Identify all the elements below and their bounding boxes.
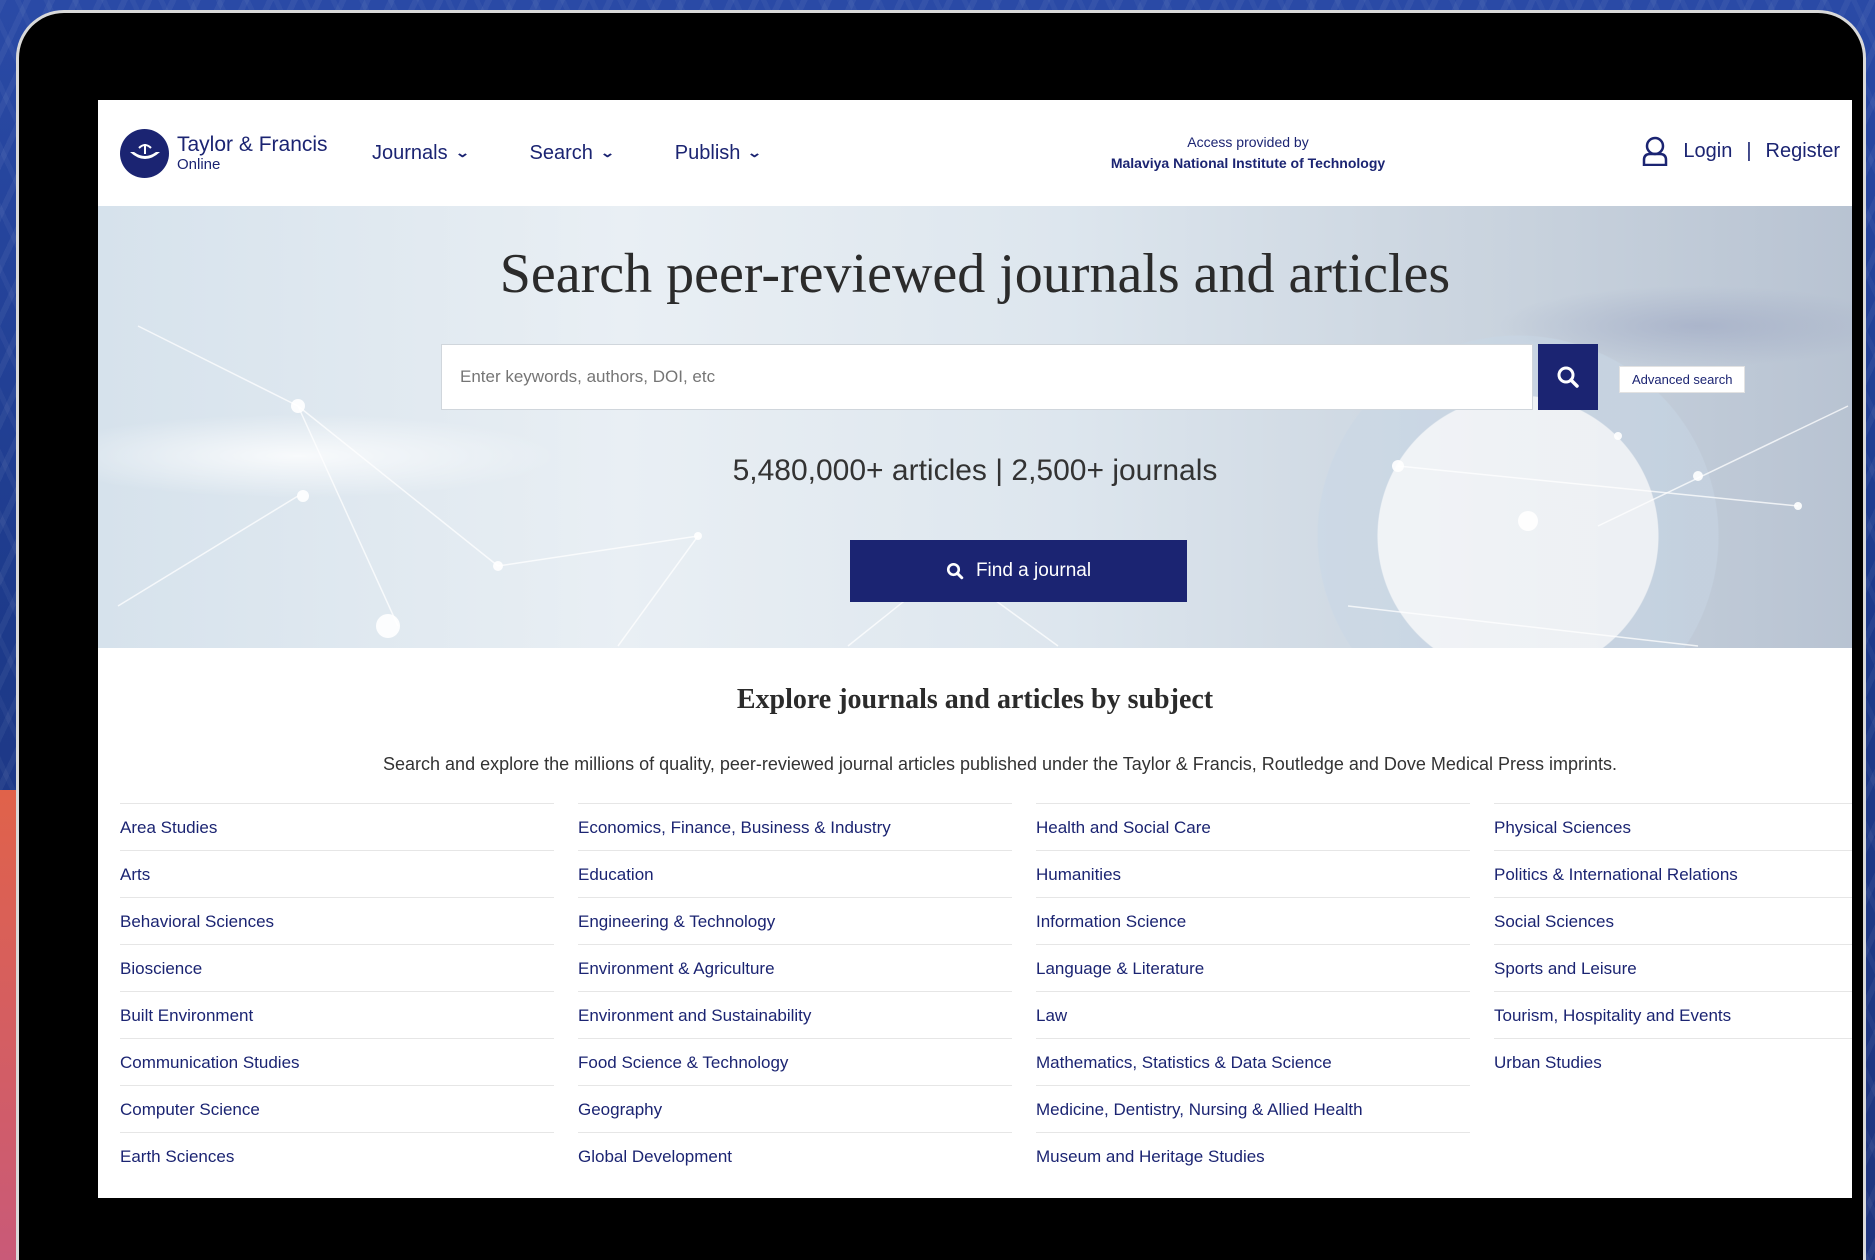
subject-link[interactable]: Environment & Agriculture [578, 944, 1012, 991]
subject-link[interactable]: Geography [578, 1085, 1012, 1132]
access-label: Access provided by [1187, 134, 1309, 150]
nav-search[interactable]: Search ⌄ [529, 141, 615, 165]
subject-column: Physical Sciences Politics & Internation… [1494, 803, 1852, 1179]
nav-search-label: Search [529, 141, 593, 164]
search-input[interactable] [441, 344, 1533, 410]
access-institution: Malaviya National Institute of Technolog… [1110, 155, 1386, 171]
chevron-down-icon: ⌄ [454, 145, 470, 160]
explore-description: Search and explore the millions of quali… [383, 754, 1617, 774]
explore-title: Explore journals and articles by subject [736, 684, 1214, 715]
subject-link[interactable]: Education [578, 850, 1012, 897]
search-icon [1557, 366, 1579, 388]
device-frame: Taylor & Francis Online Journals ⌄ Searc… [16, 10, 1866, 1260]
nav-journals[interactable]: Journals ⌄ [372, 141, 470, 165]
subject-link[interactable]: Economics, Finance, Business & Industry [578, 803, 1012, 850]
subject-column: Health and Social Care Humanities Inform… [1036, 803, 1470, 1179]
subject-link[interactable]: Computer Science [120, 1085, 554, 1132]
subject-link[interactable]: Global Development [578, 1132, 1012, 1179]
logo-subtitle: Online [177, 156, 221, 173]
search-button[interactable] [1538, 344, 1598, 410]
subject-link[interactable]: Engineering & Technology [578, 897, 1012, 944]
access-info: Access provided by Malaviya National Ins… [1048, 134, 1448, 171]
user-icon[interactable] [1641, 136, 1669, 166]
subject-link[interactable]: Tourism, Hospitality and Events [1494, 991, 1852, 1038]
subject-column: Economics, Finance, Business & Industry … [578, 803, 1012, 1179]
subject-link[interactable]: Medicine, Dentistry, Nursing & Allied He… [1036, 1085, 1470, 1132]
subject-link[interactable]: Museum and Heritage Studies [1036, 1132, 1470, 1179]
subject-link[interactable]: Built Environment [120, 991, 554, 1038]
find-journal-label: Find a journal [975, 560, 1092, 581]
chevron-down-icon: ⌄ [747, 145, 763, 160]
logo-title: Taylor & Francis [177, 133, 328, 156]
nav-publish-label: Publish [674, 141, 741, 164]
login-link[interactable]: Login [1683, 140, 1732, 163]
subject-link[interactable]: Behavioral Sciences [120, 897, 554, 944]
subject-link[interactable]: Physical Sciences [1494, 803, 1852, 850]
subject-link[interactable]: Politics & International Relations [1494, 850, 1852, 897]
chevron-down-icon: ⌄ [599, 145, 615, 160]
subject-link[interactable]: Earth Sciences [120, 1132, 554, 1179]
browser-screen: Taylor & Francis Online Journals ⌄ Searc… [98, 100, 1852, 1198]
nav-journals-label: Journals [372, 141, 448, 164]
auth-separator: | [1746, 139, 1752, 162]
subject-link[interactable]: Area Studies [120, 803, 554, 850]
subject-link[interactable]: Humanities [1036, 850, 1470, 897]
logo-icon [120, 128, 169, 178]
subject-column: Area Studies Arts Behavioral Sciences Bi… [120, 803, 554, 1179]
advanced-search-link[interactable]: Advanced search [1619, 366, 1746, 393]
subject-link[interactable]: Sports and Leisure [1494, 944, 1852, 991]
register-link[interactable]: Register [1766, 140, 1840, 163]
subject-link[interactable]: Language & Literature [1036, 944, 1470, 991]
subject-link[interactable]: Social Sciences [1494, 897, 1852, 944]
auth-links: Login | Register [1641, 136, 1840, 166]
find-journal-button[interactable]: Find a journal [850, 540, 1187, 602]
subject-link[interactable]: Law [1036, 991, 1470, 1038]
subject-link[interactable]: Urban Studies [1494, 1038, 1852, 1085]
subject-link[interactable]: Information Science [1036, 897, 1470, 944]
subject-link[interactable]: Food Science & Technology [578, 1038, 1012, 1085]
site-logo[interactable]: Taylor & Francis Online [120, 128, 350, 178]
subject-link[interactable]: Health and Social Care [1036, 803, 1470, 850]
subject-link[interactable]: Environment and Sustainability [578, 991, 1012, 1038]
search-icon [946, 562, 964, 580]
stats-text: 5,480,000+ articles | 2,500+ journals [732, 454, 1218, 487]
subject-link[interactable]: Bioscience [120, 944, 554, 991]
main-nav: Journals ⌄ Search ⌄ Publish ⌄ [372, 142, 822, 165]
subject-link[interactable]: Mathematics, Statistics & Data Science [1036, 1038, 1470, 1085]
site-header: Taylor & Francis Online Journals ⌄ Searc… [98, 100, 1852, 206]
hero-banner: Search peer-reviewed journals and articl… [98, 206, 1852, 648]
nav-publish[interactable]: Publish ⌄ [674, 141, 763, 165]
subject-link[interactable]: Arts [120, 850, 554, 897]
subject-link[interactable]: Communication Studies [120, 1038, 554, 1085]
subject-grid: Area Studies Arts Behavioral Sciences Bi… [98, 803, 1852, 1179]
hero-title: Search peer-reviewed journals and articl… [499, 243, 1451, 305]
